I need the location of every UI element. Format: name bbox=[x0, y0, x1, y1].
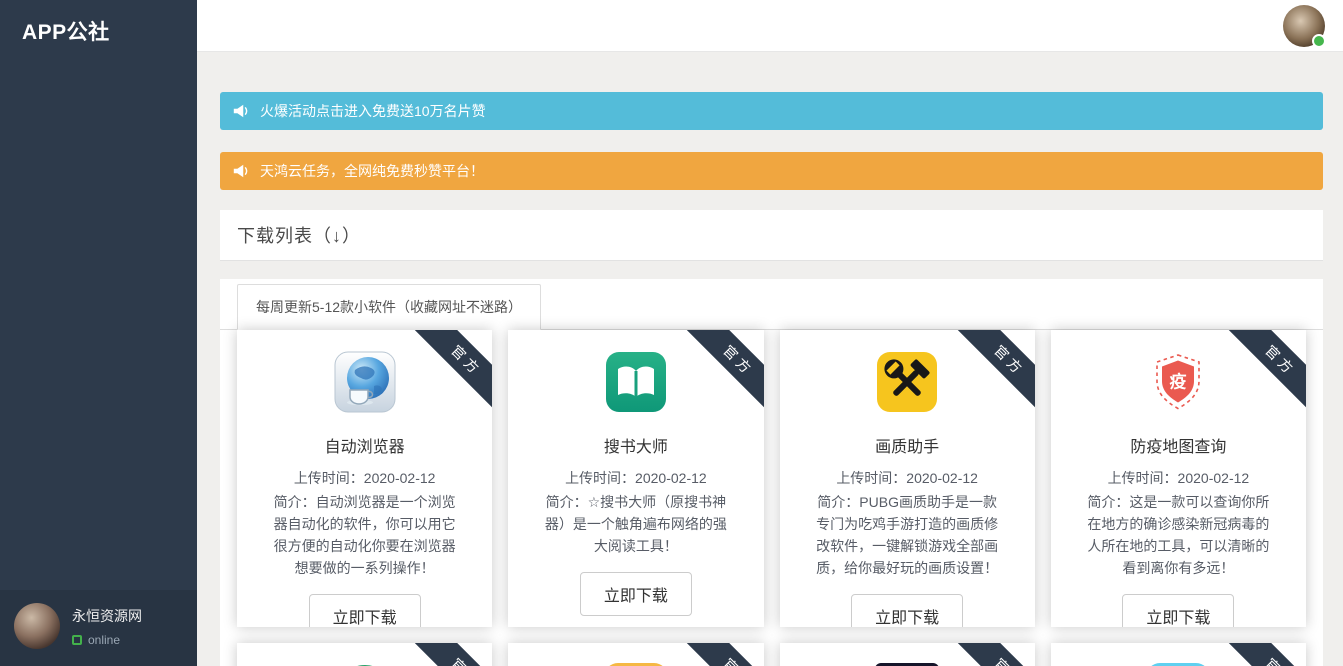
download-list-header: 下载列表（↓） bbox=[220, 210, 1323, 261]
download-button[interactable]: 立即下载 bbox=[1122, 594, 1234, 627]
user-avatar[interactable] bbox=[14, 603, 60, 649]
avatar-online-badge bbox=[1312, 34, 1326, 48]
shield-glyph: 疫 bbox=[1170, 372, 1187, 392]
app-card-epidemic-map: 官方 疫 防疫地图查询 上传时间：2020-02-12 简介：这是一款可以查询你… bbox=[1051, 330, 1306, 627]
online-status-icon bbox=[72, 635, 82, 645]
app-card-graphics-assistant: 官方 bbox=[780, 330, 1035, 627]
app-card-grid: 官方 bbox=[237, 330, 1306, 627]
app-description: 简介：这是一款可以查询你所在地方的确诊感染新冠病毒的人所在地的工具，可以清晰的看… bbox=[1085, 491, 1271, 579]
app-card-auto-browser: 官方 bbox=[237, 330, 492, 627]
app-description: 简介：自动浏览器是一个浏览器自动化的软件，你可以用它很方便的自动化你要在浏览器想… bbox=[272, 491, 458, 579]
app-name: 搜书大师 bbox=[508, 433, 763, 457]
download-button[interactable]: 立即下载 bbox=[851, 594, 963, 627]
official-ribbon: 官方 bbox=[413, 643, 492, 666]
official-ribbon: 官方 bbox=[1227, 643, 1306, 666]
download-list-panel: 每周更新5-12款小软件（收藏网址不迷路） 官方 bbox=[220, 279, 1323, 666]
upload-time: 上传时间：2020-02-12 bbox=[508, 468, 763, 488]
official-ribbon: 官方 bbox=[1227, 330, 1306, 411]
tab-bar: 每周更新5-12款小软件（收藏网址不迷路） bbox=[220, 279, 1323, 330]
open-book-icon bbox=[604, 350, 668, 414]
app-card-partial: 官方 bbox=[780, 643, 1035, 666]
top-header bbox=[197, 0, 1343, 52]
app-card-partial: 官方 bbox=[1051, 643, 1306, 666]
app-logo: APP公社 bbox=[0, 0, 197, 62]
app-name: 画质助手 bbox=[780, 433, 1035, 457]
header-avatar[interactable] bbox=[1283, 5, 1325, 47]
official-ribbon: 官方 bbox=[955, 643, 1034, 666]
sidebar: APP公社 永恒资源网 online bbox=[0, 0, 197, 666]
download-button[interactable]: 立即下载 bbox=[580, 572, 692, 616]
epidemic-shield-icon: 疫 bbox=[1146, 350, 1210, 414]
app-card-partial: 官方 bbox=[237, 643, 492, 666]
user-name: 永恒资源网 bbox=[72, 606, 142, 626]
announcement-text: 天鸿云任务，全网纯免费秒赞平台！ bbox=[260, 161, 484, 181]
announcement-banner-2[interactable]: 天鸿云任务，全网纯免费秒赞平台！ bbox=[220, 152, 1323, 190]
download-button[interactable]: 立即下载 bbox=[309, 594, 421, 627]
app-description: 简介：PUBG画质助手是一款专门为吃鸡手游打造的画质修改软件，一键解锁游戏全部画… bbox=[814, 491, 1000, 579]
app-root: APP公社 永恒资源网 online 火 bbox=[0, 0, 1343, 666]
megaphone-icon bbox=[232, 102, 250, 120]
megaphone-icon bbox=[232, 162, 250, 180]
app-description: 简介：☆搜书大师（原搜书神器）是一个触角遍布网络的强大阅读工具！ bbox=[543, 491, 729, 557]
upload-time: 上传时间：2020-02-12 bbox=[237, 468, 492, 488]
app-name: 自动浏览器 bbox=[237, 433, 492, 457]
official-ribbon: 官方 bbox=[684, 643, 763, 666]
official-ribbon: 官方 bbox=[955, 330, 1034, 411]
tab-weekly-apps[interactable]: 每周更新5-12款小软件（收藏网址不迷路） bbox=[237, 284, 541, 330]
main-area: 火爆活动点击进入免费送10万名片赞 天鸿云任务，全网纯免费秒赞平台！ 下载列表（… bbox=[197, 0, 1343, 666]
page-title: 下载列表（↓） bbox=[237, 222, 1306, 248]
crossed-tools-icon bbox=[875, 350, 939, 414]
sidebar-user-panel[interactable]: 永恒资源网 online bbox=[0, 590, 197, 666]
upload-time: 上传时间：2020-02-12 bbox=[780, 468, 1035, 488]
upload-time: 上传时间：2020-02-12 bbox=[1051, 468, 1306, 488]
announcement-banner-1[interactable]: 火爆活动点击进入免费送10万名片赞 bbox=[220, 92, 1323, 130]
content-area: 火爆活动点击进入免费送10万名片赞 天鸿云任务，全网纯免费秒赞平台！ 下载列表（… bbox=[197, 52, 1343, 666]
browser-globe-cup-icon bbox=[333, 350, 397, 414]
announcement-text: 火爆活动点击进入免费送10万名片赞 bbox=[260, 101, 486, 121]
official-ribbon: 官方 bbox=[413, 330, 492, 411]
app-card-book-master: 官方 搜书大师 上传时间：2020-02-1 bbox=[508, 330, 763, 627]
online-status-label: online bbox=[88, 633, 120, 647]
app-card-partial: 官方 bbox=[508, 643, 763, 666]
app-card-grid-row2: 官方 官方 官方 官方 bbox=[237, 643, 1306, 666]
official-ribbon: 官方 bbox=[684, 330, 763, 411]
app-name: 防疫地图查询 bbox=[1051, 433, 1306, 457]
